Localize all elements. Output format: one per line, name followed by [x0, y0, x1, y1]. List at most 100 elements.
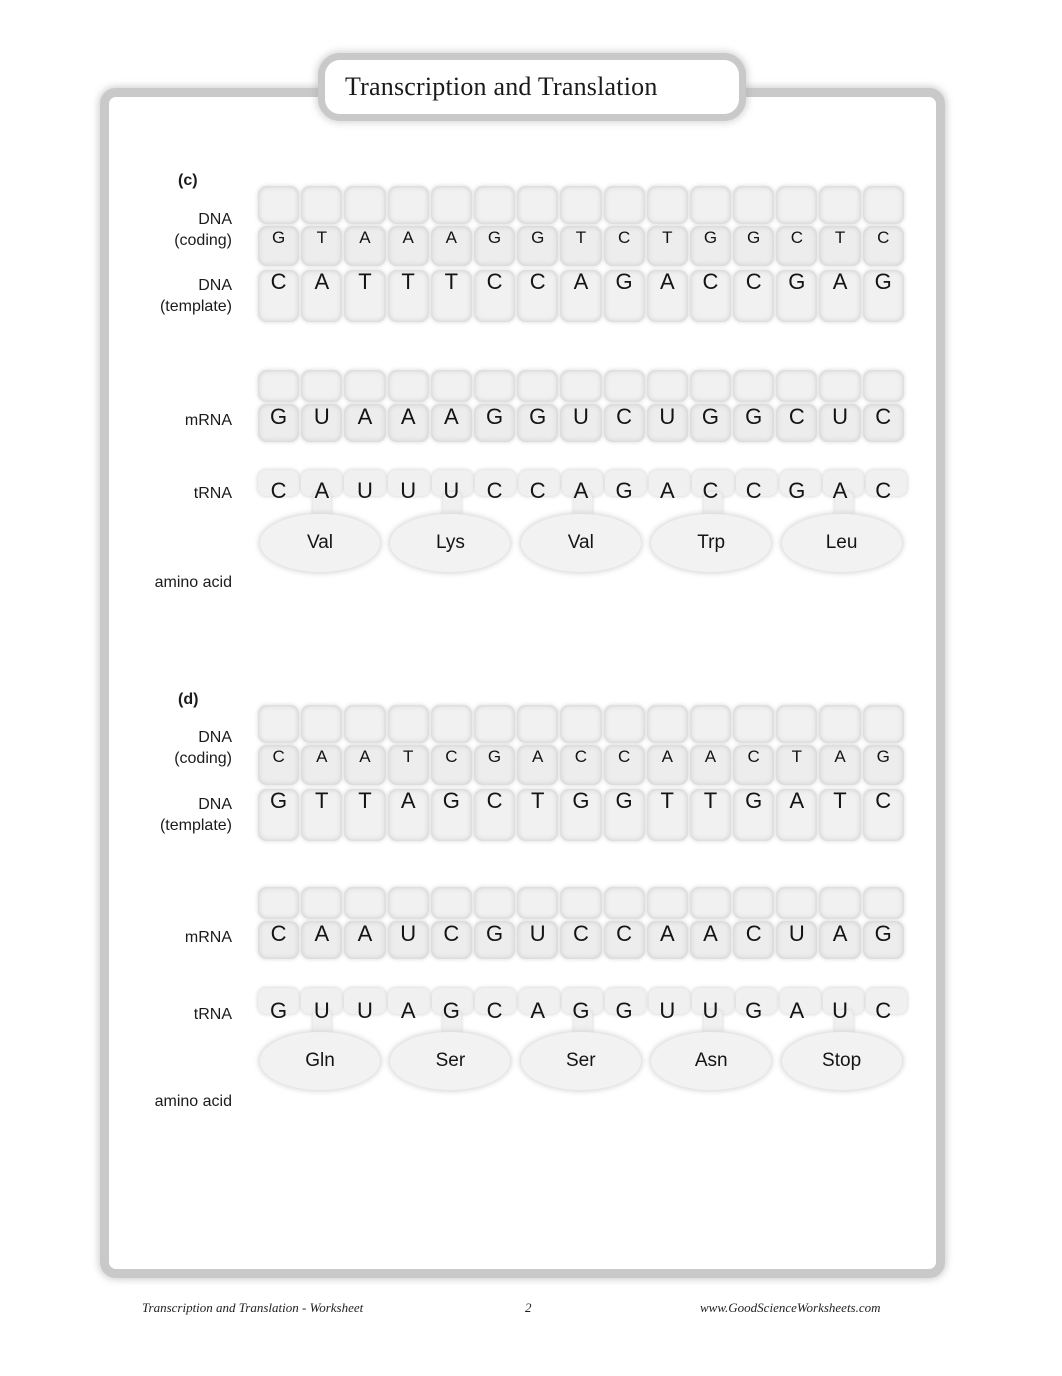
- dna-template-c-base-14: A: [832, 269, 848, 294]
- dna-template-d-base-15: C: [875, 788, 892, 813]
- mrna-c-base-14: U: [832, 404, 848, 429]
- dna-template-c-base-1: C: [270, 269, 287, 294]
- dna-coding-d-base-2: A: [316, 747, 328, 766]
- dna-coding-c-base-7: G: [531, 228, 545, 247]
- dna-template-sequence-c[interactable]: CATTTCCAGACCGAG: [258, 269, 904, 295]
- dna-coding-d-base-4: T: [402, 747, 414, 766]
- amino-acid-bubble[interactable]: Lys: [390, 514, 511, 572]
- dna-template-c-base-2: A: [314, 269, 330, 294]
- mrna-d-base-11: A: [703, 921, 718, 946]
- mrna-c-base-15: C: [875, 404, 892, 429]
- dna-coding-sequence-c: GTAAAGGTCTGGCTC: [258, 228, 904, 248]
- mrna-d-base-5: C: [443, 921, 460, 946]
- dna-template-d-base-10: T: [660, 788, 674, 813]
- trna-d-base-11: U: [702, 998, 719, 1023]
- trna-d-base-7: A: [530, 998, 546, 1023]
- dna-block-row-top-c: [258, 186, 904, 224]
- amino-acid-bubble[interactable]: Stop: [781, 1032, 902, 1090]
- dna-template-sequence-d[interactable]: GTTAGCTGGTTGATC: [258, 788, 904, 814]
- mrna-c-base-12: G: [745, 404, 763, 429]
- mrna-c-base-2: U: [313, 404, 330, 429]
- mrna-d-base-10: A: [659, 921, 675, 946]
- amino-acid-bubble[interactable]: Leu: [781, 514, 902, 572]
- trna-c-base-9: G: [615, 478, 633, 503]
- amino-acid-label: Gln: [305, 1050, 335, 1071]
- dna-template-d-base-7: T: [530, 788, 545, 813]
- label-dna-coding-d: DNA (coding): [174, 729, 232, 767]
- trna-d-base-2: U: [313, 998, 330, 1023]
- trna-d-base-12: G: [745, 998, 763, 1023]
- dna-block-row-top-d: [258, 705, 904, 743]
- dna-template-c-base-8: A: [573, 269, 589, 294]
- trna-d-base-5: G: [442, 998, 460, 1023]
- dna-template-c-base-3: T: [358, 269, 372, 294]
- footer-page-number: 2: [525, 1300, 532, 1315]
- dna-coding-c-base-5: A: [445, 228, 458, 247]
- dna-coding-c-base-3: A: [359, 228, 371, 247]
- trna-d-base-6: C: [486, 998, 503, 1023]
- dna-template-d-base-9: G: [615, 788, 633, 813]
- trna-sequence-d[interactable]: GUUAGCAGGUUGAUC: [258, 998, 904, 1024]
- amino-acid-bubble[interactable]: Val: [520, 514, 641, 572]
- trna-d-base-1: G: [270, 998, 288, 1023]
- trna-c-base-2: A: [314, 478, 330, 503]
- dna-template-c-base-5: T: [444, 269, 459, 294]
- amino-acid-bubble[interactable]: Val: [260, 514, 380, 572]
- amino-acid-bubble[interactable]: Ser: [390, 1032, 511, 1090]
- amino-acid-bubble[interactable]: Trp: [651, 514, 772, 572]
- amino-acid-label: Stop: [822, 1050, 862, 1071]
- dna-template-c-base-12: C: [745, 269, 762, 294]
- trna-d-base-8: G: [572, 998, 590, 1023]
- mrna-c-base-8: U: [572, 404, 589, 429]
- page-title: Transcription and Translation: [345, 72, 658, 101]
- dna-coding-d-base-6: G: [487, 747, 502, 766]
- mrna-d-base-4: U: [400, 921, 417, 946]
- amino-acid-label: Asn: [694, 1050, 728, 1071]
- dna-coding-d-base-8: C: [574, 747, 588, 766]
- page-footer: Transcription and Translation - Workshee…: [0, 1300, 1062, 1330]
- amino-acid-bubble[interactable]: Asn: [651, 1032, 772, 1090]
- amino-acid-label: Val: [567, 532, 594, 553]
- amino-acid-bubble[interactable]: Ser: [520, 1032, 641, 1090]
- label-amino-acid-c: amino acid: [154, 574, 232, 591]
- trna-d-base-9: G: [615, 998, 633, 1023]
- dna-template-c-base-6: C: [486, 269, 503, 294]
- dna-template-c-base-4: T: [401, 269, 415, 294]
- dna-template-c-base-11: C: [702, 269, 719, 294]
- dna-coding-d-base-9: C: [617, 747, 631, 766]
- mrna-sequence-d[interactable]: CAAUCGUCCAACUAG: [258, 921, 904, 947]
- mrna-c-base-11: G: [701, 404, 720, 429]
- mrna-c-base-13: C: [788, 404, 805, 429]
- dna-coding-c-base-1: G: [271, 228, 286, 247]
- dna-template-d-base-8: G: [572, 788, 590, 813]
- dna-coding-d-base-10: A: [661, 747, 673, 766]
- mrna-d-base-14: A: [832, 921, 848, 946]
- mrna-block-row-d: [258, 887, 904, 919]
- dna-template-c-base-13: G: [788, 269, 806, 294]
- amino-acid-bubble[interactable]: Gln: [260, 1032, 380, 1090]
- amino-acid-label: Trp: [697, 532, 726, 553]
- trna-d-base-10: U: [659, 998, 676, 1023]
- mrna-d-base-12: C: [745, 921, 762, 946]
- trna-c-base-13: G: [788, 478, 806, 503]
- trna-sequence-c[interactable]: CAUUUCCAGACCGAC: [258, 478, 904, 504]
- trna-c-base-10: A: [659, 478, 675, 503]
- label-trna-d: tRNA: [193, 1006, 232, 1023]
- label-dna-coding-c: DNA (coding): [174, 211, 232, 249]
- mrna-c-base-6: G: [485, 404, 504, 429]
- dna-coding-c-base-13: C: [790, 228, 803, 247]
- mrna-sequence-c[interactable]: GUAAAGGUCUGGCUC: [258, 404, 904, 430]
- mrna-d-base-15: G: [874, 921, 892, 946]
- dna-template-d-base-12: G: [745, 788, 763, 813]
- mrna-c-base-5: A: [444, 404, 459, 429]
- amino-acid-label: Leu: [825, 532, 858, 553]
- trna-c-base-6: C: [486, 478, 503, 503]
- trna-c-base-14: A: [832, 478, 848, 503]
- amino-acid-label: Ser: [566, 1050, 596, 1071]
- dna-template-d-base-3: T: [358, 788, 372, 813]
- amino-acid-label: Ser: [435, 1050, 466, 1071]
- amino-acid-label: Lys: [435, 532, 465, 553]
- amino-acid-label: Val: [306, 532, 334, 553]
- label-mrna-c: mRNA: [184, 412, 232, 429]
- dna-coding-d-base-14: A: [834, 747, 846, 766]
